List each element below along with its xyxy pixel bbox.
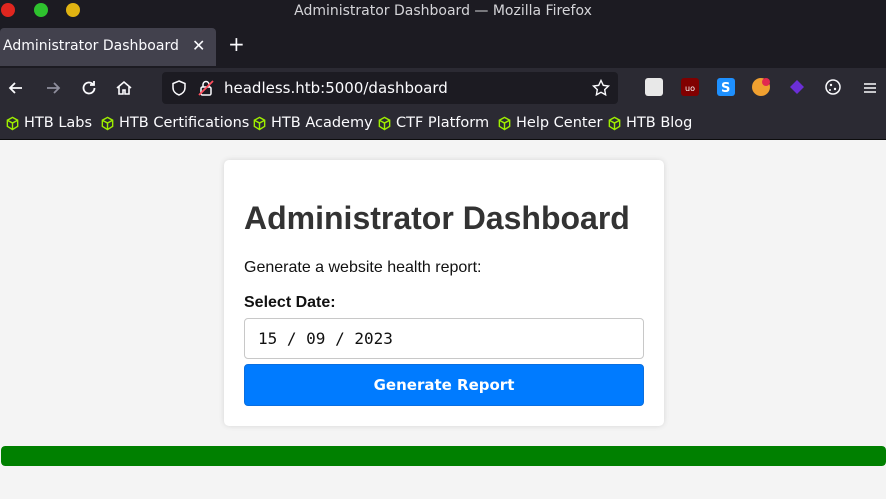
- report-description: Generate a website health report:: [244, 259, 482, 276]
- bookmark-htb-labs[interactable]: HTB Labs: [5, 115, 92, 131]
- health-progress-bar: [1, 446, 886, 466]
- svg-text:S: S: [721, 81, 730, 96]
- shield-icon[interactable]: [170, 79, 188, 101]
- date-label: Select Date:: [244, 294, 336, 311]
- back-icon[interactable]: [6, 78, 26, 98]
- bookmark-star-icon[interactable]: [591, 78, 611, 102]
- url-bar[interactable]: headless.htb:5000/dashboard: [162, 72, 618, 104]
- generate-report-button[interactable]: Generate Report: [244, 364, 644, 406]
- bookmark-help-center[interactable]: Help Center: [497, 115, 602, 131]
- htb-cube-icon: [6, 116, 19, 130]
- svg-text:uo: uo: [685, 84, 695, 93]
- bookmark-label: HTB Labs: [24, 115, 93, 131]
- tab-title: Administrator Dashboard: [3, 38, 179, 54]
- url-text: headless.htb:5000/dashboard: [224, 79, 448, 97]
- bookmark-ctf-platform[interactable]: CTF Platform: [377, 115, 489, 131]
- wappalyzer-icon[interactable]: [788, 78, 806, 96]
- htb-cube-icon: [378, 116, 391, 130]
- foxyproxy-icon[interactable]: [752, 78, 770, 96]
- home-icon[interactable]: [114, 78, 134, 98]
- extension-s-icon[interactable]: S: [717, 78, 735, 96]
- extension-sloth-icon[interactable]: [645, 78, 663, 96]
- tab-strip: Administrator Dashboard ✕ +: [0, 24, 886, 68]
- cookie-icon[interactable]: [824, 78, 842, 96]
- reload-icon[interactable]: [79, 78, 99, 98]
- dashboard-card: Administrator Dashboard Generate a websi…: [224, 160, 664, 426]
- htb-cube-icon: [101, 116, 114, 130]
- bookmark-label: HTB Academy: [271, 115, 373, 131]
- forward-icon[interactable]: [43, 78, 63, 98]
- window-title: Administrator Dashboard — Mozilla Firefo…: [294, 3, 592, 19]
- page-title: Administrator Dashboard: [244, 200, 630, 236]
- navigation-toolbar: headless.htb:5000/dashboard uo S: [0, 68, 886, 108]
- bookmark-htb-blog[interactable]: HTB Blog: [607, 115, 692, 131]
- progress-fill: [1, 446, 886, 466]
- bookmark-label: CTF Platform: [396, 115, 490, 131]
- tab-close-icon[interactable]: ✕: [192, 36, 205, 55]
- bookmark-label: Help Center: [516, 115, 603, 131]
- ublock-origin-icon[interactable]: uo: [681, 78, 699, 96]
- bookmark-label: HTB Blog: [626, 115, 693, 131]
- date-value: 15 / 09 / 2023: [258, 329, 393, 348]
- bookmark-label: HTB Certifications: [119, 115, 250, 131]
- htb-cube-icon: [608, 116, 621, 130]
- bookmarks-toolbar: HTB Labs HTB Certifications HTB Academy …: [0, 108, 886, 140]
- bookmark-htb-certifications[interactable]: HTB Certifications: [100, 115, 249, 131]
- insecure-lock-icon[interactable]: [198, 79, 214, 101]
- tab-dashboard[interactable]: Administrator Dashboard ✕: [0, 28, 216, 66]
- new-tab-button[interactable]: +: [228, 34, 245, 54]
- hamburger-menu-icon[interactable]: [860, 78, 880, 98]
- date-input[interactable]: 15 / 09 / 2023: [244, 318, 644, 359]
- htb-cube-icon: [498, 116, 511, 130]
- htb-cube-icon: [253, 116, 266, 130]
- bookmark-htb-academy[interactable]: HTB Academy: [252, 115, 373, 131]
- window-titlebar: Administrator Dashboard — Mozilla Firefo…: [0, 0, 886, 24]
